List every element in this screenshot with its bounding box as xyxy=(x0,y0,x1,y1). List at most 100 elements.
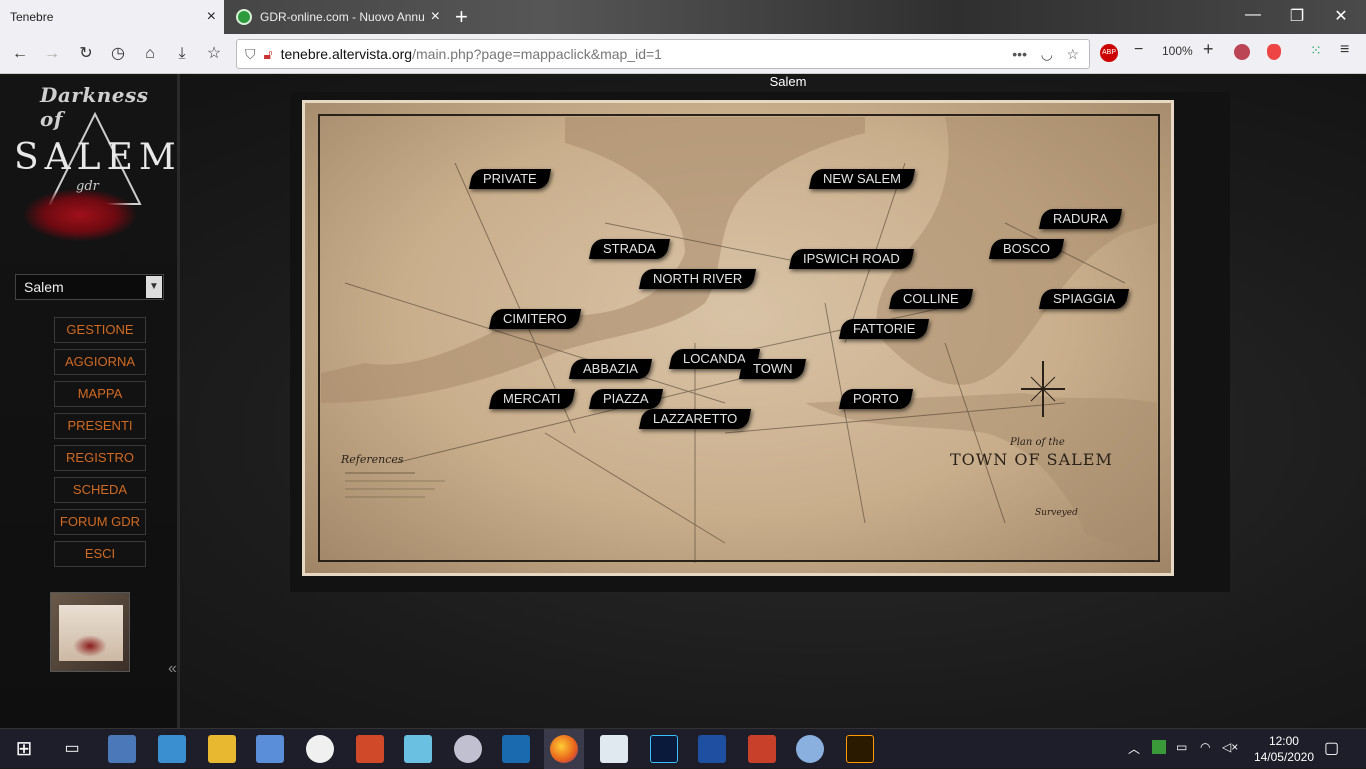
adblock-icon[interactable]: ABP xyxy=(1100,44,1118,62)
menu-presenti-button[interactable]: PRESENTI xyxy=(54,413,146,439)
map-location-spiaggia[interactable]: SPIAGGIA xyxy=(1038,289,1130,309)
computer-app-icon[interactable] xyxy=(108,735,136,763)
chevron-down-icon[interactable]: ▼ xyxy=(146,276,162,298)
map-location-bosco[interactable]: BOSCO xyxy=(988,239,1065,259)
volume-mute-icon[interactable]: ◁× xyxy=(1222,740,1238,754)
page-actions-icon[interactable]: ••• xyxy=(1012,46,1027,62)
map-title: Salem xyxy=(769,74,807,89)
menu-forum-gdr-button[interactable]: FORUM GDR xyxy=(54,509,146,535)
map-references-text: References xyxy=(340,453,404,466)
bookmark-star-icon[interactable]: ☆ xyxy=(1066,46,1079,63)
pocket-icon[interactable]: ◡ xyxy=(1041,46,1053,63)
map-location-new-salem[interactable]: NEW SALEM xyxy=(808,169,916,189)
notes-app-icon[interactable] xyxy=(404,735,432,763)
word-icon[interactable] xyxy=(698,735,726,763)
photo-app-icon[interactable] xyxy=(256,735,284,763)
windows-start-icon[interactable]: ⊞ xyxy=(10,735,38,763)
forward-icon[interactable]: → xyxy=(40,42,64,66)
extension-icon[interactable] xyxy=(1234,44,1250,60)
map-location-piazza[interactable]: PIAZZA xyxy=(588,389,663,409)
windows-taskbar: ⊞ ▭ ︿ ▭ ◠ ◁× 12:00 14/05/2020 ▢ xyxy=(0,728,1366,769)
navigation-toolbar: ← → ↻ ◷ ⌂ ⤓ ☆ ⛉ 🔓︎ tenebre.altervista.or… xyxy=(0,34,1366,74)
powerpoint-icon[interactable] xyxy=(748,735,776,763)
menu-aggiorna-button[interactable]: AGGIORNA xyxy=(54,349,146,375)
settings-app-icon[interactable] xyxy=(796,735,824,763)
photoshop-icon[interactable] xyxy=(650,735,678,763)
sidebar: Darkness of SALEM gdr Salem ▼ GESTIONE A… xyxy=(0,74,180,728)
drawing-app-icon[interactable] xyxy=(306,735,334,763)
menu-esci-button[interactable]: ESCI xyxy=(54,541,146,567)
task-view-icon[interactable]: ▭ xyxy=(58,735,86,763)
map-location-town[interactable]: TOWN xyxy=(738,359,807,379)
reload-icon[interactable]: ↻ xyxy=(74,42,98,66)
home-icon[interactable]: ⌂ xyxy=(138,42,162,66)
palette-app-icon[interactable] xyxy=(454,735,482,763)
url-bar[interactable]: ⛉ 🔓︎ tenebre.altervista.org/main.php?pag… xyxy=(236,39,1090,69)
network-app-icon[interactable] xyxy=(502,735,530,763)
history-icon[interactable]: ◷ xyxy=(106,42,130,66)
tab-gdr-online[interactable]: GDR-online.com - Nuovo Annu × xyxy=(226,0,448,34)
url-host: tenebre.altervista.org xyxy=(280,46,413,62)
map-location-porto[interactable]: PORTO xyxy=(838,389,913,409)
map-location-north-river[interactable]: NORTH RIVER xyxy=(638,269,757,289)
zoom-in-icon[interactable]: + xyxy=(1203,39,1214,60)
bookmark-pin-icon[interactable]: ☆ xyxy=(202,42,226,66)
notifications-icon[interactable]: ▢ xyxy=(1324,738,1339,758)
tab-title: GDR-online.com - Nuovo Annu xyxy=(260,10,425,24)
clock-date: 14/05/2020 xyxy=(1253,750,1314,764)
close-window-button[interactable]: ✕ xyxy=(1318,6,1364,26)
map-frame: Plan of the TOWN OF SALEM Surveyed Refer… xyxy=(290,92,1230,592)
tray-chevron-up-icon[interactable]: ︿ xyxy=(1128,740,1140,757)
shield-icon[interactable]: ⛉ xyxy=(245,46,256,63)
messages-envelope-icon[interactable] xyxy=(50,592,130,672)
map-location-mercati[interactable]: MERCATI xyxy=(488,389,575,409)
map-drawing: Plan of the TOWN OF SALEM Surveyed Refer… xyxy=(318,114,1160,563)
map-location-colline[interactable]: COLLINE xyxy=(888,289,973,309)
restore-button[interactable]: ❐ xyxy=(1274,6,1320,26)
zoom-out-icon[interactable]: − xyxy=(1134,41,1143,59)
location-select-value: Salem xyxy=(24,279,64,295)
paint-app-icon[interactable] xyxy=(356,735,384,763)
zoom-level[interactable]: 100% xyxy=(1162,44,1193,58)
map-location-private[interactable]: PRIVATE xyxy=(468,169,551,189)
map-location-ipswich-road[interactable]: IPSWICH ROAD xyxy=(788,249,914,269)
contacts-app-icon[interactable] xyxy=(158,735,186,763)
envelope-blood-stain xyxy=(73,635,107,657)
extensions-grid-icon[interactable]: ⁙ xyxy=(1310,42,1322,59)
logo-subtitle: gdr xyxy=(76,179,99,194)
insecure-lock-icon[interactable]: 🔓︎ xyxy=(264,46,273,63)
blood-splatter-icon xyxy=(24,189,136,241)
minimize-button[interactable]: — xyxy=(1230,6,1276,24)
menu-hamburger-icon[interactable]: ≡ xyxy=(1340,41,1349,59)
map-location-fattorie[interactable]: FATTORIE xyxy=(838,319,930,339)
menu-mappa-button[interactable]: MAPPA xyxy=(54,381,146,407)
map-location-lazzaretto[interactable]: LAZZARETTO xyxy=(638,409,752,429)
file-explorer-icon[interactable] xyxy=(208,735,236,763)
map-location-abbazia[interactable]: ABBAZIA xyxy=(568,359,653,379)
extension-shield-icon[interactable] xyxy=(1267,44,1281,60)
tab-title: Tenebre xyxy=(10,10,54,24)
tab-close-icon[interactable]: × xyxy=(207,8,216,26)
firefox-taskbar-button[interactable] xyxy=(544,729,584,769)
tab-tenebre[interactable]: Tenebre × xyxy=(0,0,224,34)
system-clock[interactable]: 12:00 14/05/2020 xyxy=(1254,733,1314,765)
salem-map: Plan of the TOWN OF SALEM Surveyed Refer… xyxy=(302,100,1174,576)
illustrator-icon[interactable] xyxy=(846,735,874,763)
tab-close-icon[interactable]: × xyxy=(431,8,440,26)
map-location-strada[interactable]: STRADA xyxy=(588,239,670,259)
tray-app-icon[interactable] xyxy=(1152,740,1166,754)
wifi-icon[interactable]: ◠ xyxy=(1200,740,1210,754)
back-icon[interactable]: ← xyxy=(8,42,32,66)
collapse-sidebar-icon[interactable]: « xyxy=(168,660,177,678)
image-viewer-icon[interactable] xyxy=(600,735,628,763)
menu-scheda-button[interactable]: SCHEDA xyxy=(54,477,146,503)
new-tab-button[interactable]: + xyxy=(455,4,468,30)
location-select[interactable]: Salem ▼ xyxy=(15,274,164,300)
download-icon[interactable]: ⤓ xyxy=(170,42,194,66)
battery-icon[interactable]: ▭ xyxy=(1176,740,1187,754)
menu-gestione-button[interactable]: GESTIONE xyxy=(54,317,146,343)
map-location-radura[interactable]: RADURA xyxy=(1038,209,1123,229)
gdr-favicon-icon xyxy=(236,9,252,25)
map-location-cimitero[interactable]: CIMITERO xyxy=(488,309,581,329)
menu-registro-button[interactable]: REGISTRO xyxy=(54,445,146,471)
